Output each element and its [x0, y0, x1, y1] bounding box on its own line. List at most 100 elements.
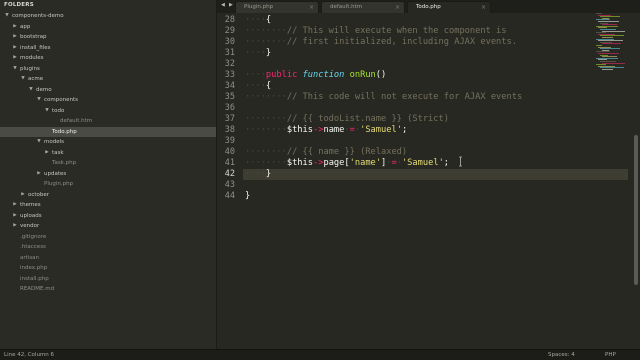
- syntax-mode[interactable]: PHP: [605, 350, 616, 360]
- code-line: ········$this->name·=·'Samuel';: [245, 125, 407, 136]
- expanded-arrow-icon[interactable]: ▼: [44, 106, 50, 117]
- tree-folder[interactable]: ▶ vendor: [0, 221, 216, 232]
- code-token-storage: function: [302, 69, 345, 80]
- collapsed-arrow-icon[interactable]: ▶: [12, 43, 18, 54]
- collapsed-arrow-icon[interactable]: ▶: [12, 22, 18, 33]
- line-number: 42: [224, 168, 235, 179]
- tree-folder[interactable]: ▶ october: [0, 190, 216, 201]
- collapsed-arrow-icon[interactable]: ▶: [12, 53, 18, 64]
- folders-header: FOLDERS: [4, 2, 34, 8]
- tab-next-arrow-icon[interactable]: ▶: [229, 2, 233, 8]
- expanded-arrow-icon[interactable]: ▼: [36, 95, 42, 106]
- line-number: 28: [224, 14, 235, 25]
- code-token-ws: ········: [245, 157, 287, 168]
- tab-2[interactable]: Todo.php ×: [407, 1, 491, 13]
- tree-file[interactable]: Plugin.php: [0, 179, 216, 190]
- code-line: ····{: [245, 81, 271, 92]
- collapsed-arrow-icon[interactable]: ▶: [44, 148, 50, 159]
- line-number: 40: [224, 146, 235, 157]
- code-token-comment: // This will execute when the component …: [286, 25, 507, 36]
- tree-folder[interactable]: ▼ acme: [0, 74, 216, 85]
- line-number: 31: [224, 47, 235, 58]
- tree-folder[interactable]: ▼ components-demo: [0, 11, 216, 22]
- collapsed-arrow-icon[interactable]: ▶: [12, 200, 18, 211]
- tree-file[interactable]: Task.php: [0, 158, 216, 169]
- expanded-arrow-icon[interactable]: ▼: [4, 11, 10, 22]
- code-token-ws: ········: [245, 91, 287, 102]
- cursor-position: Line 42, Column 6: [4, 352, 55, 358]
- tree-folder[interactable]: ▼ plugins: [0, 64, 216, 75]
- tree-file[interactable]: README.md: [0, 284, 216, 295]
- tree-item-label: todo: [52, 107, 65, 114]
- code-line: ····}: [245, 169, 271, 180]
- tree-file[interactable]: .htaccess: [0, 242, 216, 253]
- code-token-plain: $this: [286, 157, 313, 168]
- tree-item-label: artisan: [20, 254, 40, 261]
- line-number: 44: [224, 190, 235, 201]
- tree-folder[interactable]: ▼ models: [0, 137, 216, 148]
- line-number: 39: [224, 135, 235, 146]
- code-token-comment: // first initialized, including AJAX eve…: [286, 36, 517, 47]
- tree-item-label: updates: [44, 170, 67, 177]
- tree-file[interactable]: default.htm: [0, 116, 216, 127]
- tab-1[interactable]: default.htm ×: [321, 1, 405, 13]
- minimap[interactable]: [596, 13, 632, 73]
- line-number: 29: [224, 25, 235, 36]
- line-number: 38: [224, 124, 235, 135]
- code-token-ws: ····: [245, 47, 266, 58]
- code-token-plain: }: [265, 168, 272, 179]
- file-tree: ▼ components-demo ▶ app ▶ bootstrap ▶ install_f…: [0, 11, 216, 295]
- tree-item-label: acme: [28, 76, 44, 82]
- code-line: ········// This code will not execute fo…: [245, 92, 522, 103]
- tree-folder[interactable]: ▶ updates: [0, 169, 216, 180]
- tree-item-label: components-demo: [12, 13, 64, 19]
- tree-file[interactable]: index.php: [0, 263, 216, 274]
- vertical-scrollbar[interactable]: [633, 13, 639, 349]
- tree-item-label: components: [44, 97, 78, 103]
- expanded-arrow-icon[interactable]: ▼: [20, 74, 26, 85]
- tab-prev-arrow-icon[interactable]: ◀: [221, 2, 225, 8]
- tree-folder[interactable]: ▶ task: [0, 148, 216, 159]
- tree-file[interactable]: install.php: [0, 274, 216, 285]
- expanded-arrow-icon[interactable]: ▼: [28, 85, 34, 96]
- tree-file[interactable]: Todo.php: [0, 126, 216, 137]
- indentation-setting[interactable]: Spaces: 4: [548, 350, 575, 360]
- tree-folder[interactable]: ▼ components: [0, 95, 216, 106]
- tab-close-icon[interactable]: ×: [481, 2, 486, 13]
- code-token-plain: ;: [401, 124, 408, 135]
- tree-folder[interactable]: ▶ uploads: [0, 211, 216, 222]
- tree-item-label: install_files: [20, 44, 51, 51]
- code-token-plain: $this: [286, 124, 313, 135]
- tree-folder[interactable]: ▶ install_files: [0, 43, 216, 54]
- collapsed-arrow-icon[interactable]: ▶: [12, 32, 18, 43]
- tree-item-label: task: [52, 149, 64, 156]
- tree-folder[interactable]: ▶ themes: [0, 200, 216, 211]
- collapsed-arrow-icon[interactable]: ▶: [36, 169, 42, 180]
- collapsed-arrow-icon[interactable]: ▶: [20, 190, 26, 201]
- line-number: 43: [224, 179, 235, 190]
- tab-close-icon[interactable]: ×: [395, 2, 400, 13]
- tree-item-label: .htaccess: [20, 244, 46, 250]
- tree-file[interactable]: .gitignore: [0, 232, 216, 243]
- text-cursor-icon: [459, 156, 462, 167]
- code-token-ws: ····: [245, 168, 266, 179]
- code-token-operator: ->: [313, 124, 324, 135]
- tree-folder[interactable]: ▶ bootstrap: [0, 32, 216, 43]
- collapsed-arrow-icon[interactable]: ▶: [12, 221, 18, 232]
- tree-folder[interactable]: ▼ todo: [0, 106, 216, 117]
- tree-file[interactable]: artisan: [0, 253, 216, 264]
- code-token-keyword: public: [265, 69, 298, 80]
- tab-close-icon[interactable]: ×: [309, 2, 314, 13]
- code-token-string: 'Samuel': [401, 157, 444, 168]
- collapsed-arrow-icon[interactable]: ▶: [12, 211, 18, 222]
- tree-folder[interactable]: ▶ modules: [0, 53, 216, 64]
- tree-item-label: october: [28, 191, 50, 198]
- tab-0[interactable]: Plugin.php ×: [235, 1, 319, 13]
- tree-folder[interactable]: ▼ demo: [0, 85, 216, 96]
- code-line: ········// This will execute when the co…: [245, 26, 507, 37]
- tree-folder[interactable]: ▶ app: [0, 22, 216, 33]
- expanded-arrow-icon[interactable]: ▼: [12, 64, 18, 75]
- scrollbar-thumb[interactable]: [634, 135, 638, 285]
- code-editor[interactable]: ····{········// This will execute when t…: [245, 13, 585, 349]
- expanded-arrow-icon[interactable]: ▼: [36, 137, 42, 148]
